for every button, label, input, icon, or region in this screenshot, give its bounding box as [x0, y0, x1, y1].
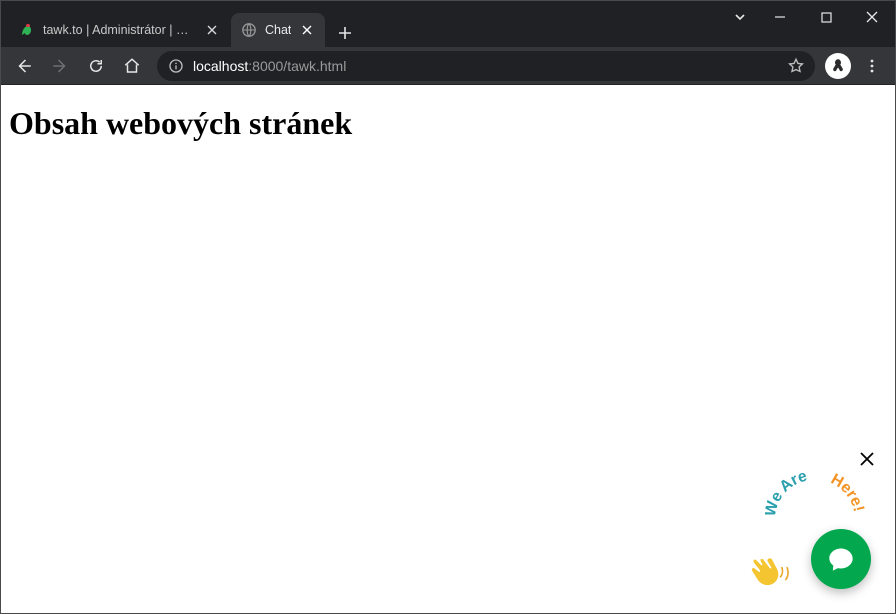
svg-text:We Are: We Are	[765, 469, 809, 518]
chat-bubble-button[interactable]	[811, 529, 871, 589]
waving-hand-icon	[749, 551, 789, 591]
site-info-icon[interactable]	[165, 55, 187, 77]
tab-chat[interactable]: Chat	[231, 13, 325, 47]
forward-button[interactable]	[43, 51, 77, 81]
tab-title: Chat	[265, 23, 291, 37]
url-text: localhost:8000/tawk.html	[193, 58, 783, 74]
minimize-button[interactable]	[757, 1, 803, 33]
tab-strip: tawk.to | Administrátor | Chat | O Chat	[1, 1, 723, 47]
address-bar[interactable]: localhost:8000/tawk.html	[157, 51, 815, 81]
profile-avatar[interactable]	[825, 53, 851, 79]
close-icon[interactable]	[205, 22, 219, 38]
menu-button[interactable]	[855, 51, 889, 81]
chat-widget[interactable]: We Are Here!	[753, 471, 877, 595]
url-host: localhost	[193, 58, 248, 74]
tab-title: tawk.to | Administrátor | Chat | O	[43, 23, 197, 37]
window-titlebar: tawk.to | Administrátor | Chat | O Chat	[1, 1, 895, 47]
globe-favicon-icon	[241, 22, 257, 38]
window-controls	[723, 1, 895, 33]
page-viewport: Obsah webových stránek We Are Here!	[1, 85, 895, 613]
back-button[interactable]	[7, 51, 41, 81]
new-tab-button[interactable]	[331, 19, 359, 47]
browser-toolbar: localhost:8000/tawk.html	[1, 47, 895, 85]
svg-text:Here!: Here!	[828, 471, 865, 514]
reload-button[interactable]	[79, 51, 113, 81]
home-button[interactable]	[115, 51, 149, 81]
close-icon[interactable]	[299, 22, 315, 38]
chat-close-button[interactable]	[857, 449, 877, 469]
url-path: :8000/tawk.html	[248, 58, 346, 74]
close-window-button[interactable]	[849, 1, 895, 33]
maximize-button[interactable]	[803, 1, 849, 33]
tawkto-favicon-icon	[19, 22, 35, 38]
tab-search-button[interactable]	[723, 1, 757, 33]
page-heading: Obsah webových stránek	[1, 85, 895, 150]
bookmark-star-icon[interactable]	[783, 53, 809, 79]
tab-tawkto-admin[interactable]: tawk.to | Administrátor | Chat | O	[9, 13, 229, 47]
we-are-here-badge-icon: We Are Here!	[765, 469, 865, 537]
chat-icon	[827, 545, 855, 573]
